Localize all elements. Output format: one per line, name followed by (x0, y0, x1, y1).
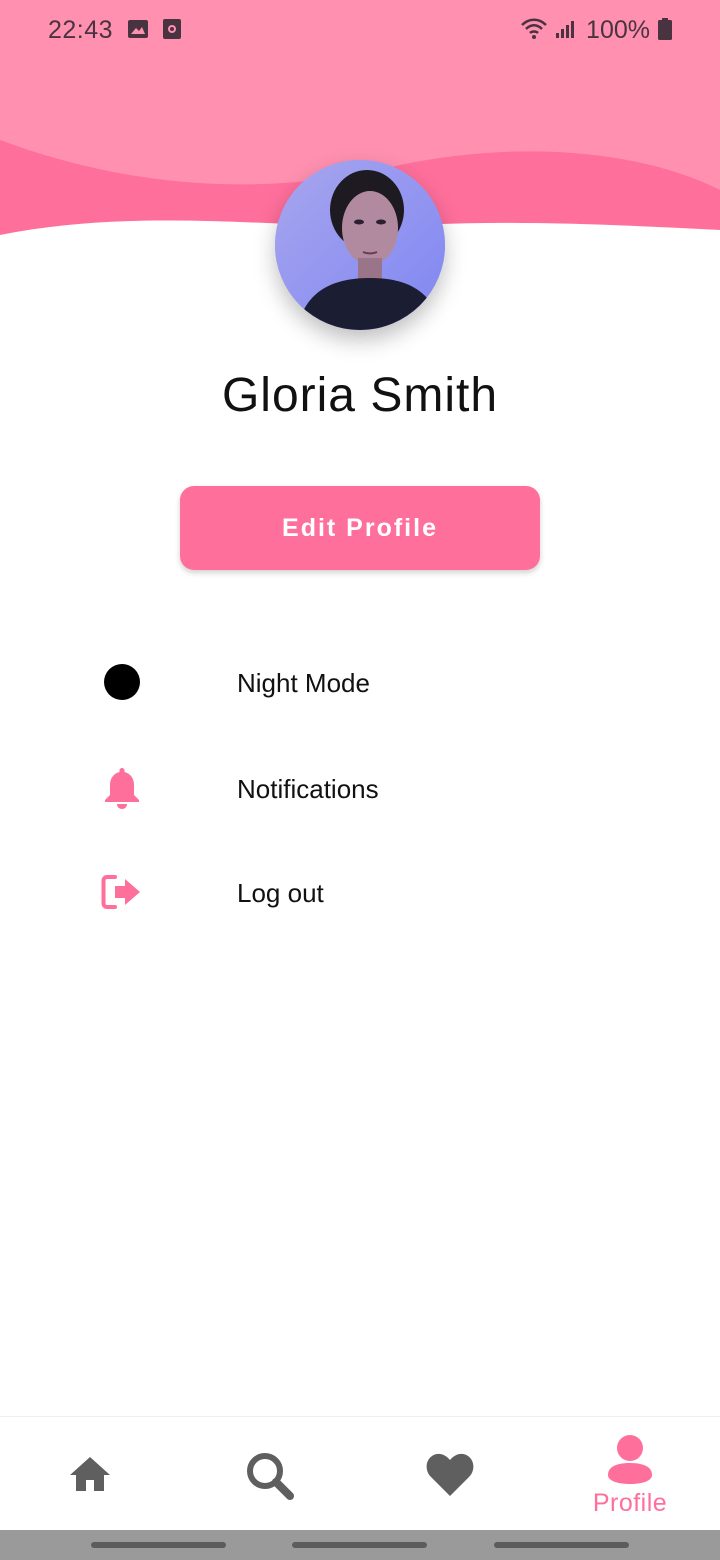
menu-item-notifications[interactable]: Notifications (96, 756, 656, 816)
status-time: 22:43 (48, 16, 114, 44)
system-nav-recent-handle[interactable] (91, 1542, 226, 1548)
profile-icon (606, 1435, 654, 1490)
signal-icon (554, 18, 576, 40)
menu-item-logout[interactable]: Log out (96, 860, 656, 920)
system-nav-back-handle[interactable] (494, 1542, 629, 1548)
nav-item-search[interactable] (180, 1417, 360, 1531)
battery-icon (658, 18, 672, 40)
logout-icon (96, 870, 148, 914)
avatar[interactable] (275, 160, 445, 330)
nav-item-home[interactable] (0, 1417, 180, 1531)
profile-name: Gloria Smith (221, 369, 499, 422)
nav-item-profile[interactable]: Profile (540, 1417, 720, 1531)
menu-item-night-mode[interactable]: Night Mode (96, 650, 656, 710)
bell-icon (96, 766, 148, 810)
bottom-navigation: Profile (0, 1416, 720, 1530)
menu-item-label: Notifications (237, 774, 379, 804)
search-icon (245, 1451, 295, 1506)
home-icon (69, 1455, 111, 1498)
heart-icon (425, 1453, 475, 1502)
edit-profile-button[interactable]: Edit Profile (180, 486, 540, 570)
image-icon (127, 18, 149, 40)
menu-item-label: Log out (237, 878, 324, 908)
menu-item-label: Night Mode (237, 668, 370, 698)
battery-percentage: 100% (586, 16, 650, 44)
avatar-portrait-icon (275, 160, 445, 330)
status-bar: 22:43 100% (0, 0, 720, 60)
screen-record-icon (161, 18, 183, 40)
system-navigation-bar (0, 1530, 720, 1560)
night-mode-circle-icon (96, 660, 148, 704)
wifi-icon (520, 18, 548, 40)
nav-item-favorites[interactable] (360, 1417, 540, 1531)
nav-label-profile: Profile (592, 1489, 668, 1517)
system-nav-home-handle[interactable] (292, 1542, 427, 1548)
